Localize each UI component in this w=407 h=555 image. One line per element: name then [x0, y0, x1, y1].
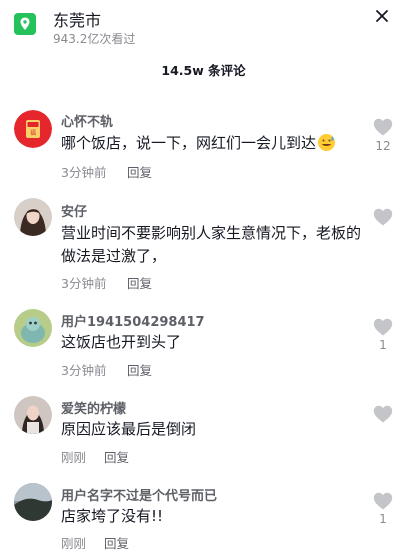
- avatar[interactable]: [14, 198, 52, 236]
- comment-text: 哪个饭店，说一下，网红们一会儿到达: [61, 132, 361, 159]
- like-count: 1: [379, 338, 387, 352]
- comment-item: 福 心怀不轨 哪个饭店，说一下，网红们一会儿到达 3分钟前 回复 12: [0, 110, 407, 190]
- comment-time: 3分钟前: [61, 165, 107, 180]
- comment-username[interactable]: 心怀不轨: [61, 111, 113, 130]
- location-header: 东莞市 943.2亿次看过: [0, 0, 407, 52]
- avatar[interactable]: [14, 396, 52, 434]
- comments-count-title: 14.5w 条评论: [161, 63, 246, 78]
- comment-item: 安仔 营业时间不要影响别人家生意情况下，老板的做法是过激了， 3分钟前 回复: [0, 198, 407, 292]
- comment-time: 刚刚: [61, 450, 87, 465]
- reply-button[interactable]: 回复: [127, 360, 152, 379]
- comment-text: 店家垮了没有!!: [61, 507, 164, 525]
- like-count: 12: [375, 139, 391, 153]
- like-heart-icon[interactable]: [373, 118, 393, 136]
- avatar[interactable]: [14, 483, 52, 521]
- avatar[interactable]: 福: [14, 110, 52, 148]
- comment-text-content: 哪个饭店，说一下，网红们一会儿到达: [61, 134, 317, 152]
- svg-text:福: 福: [30, 129, 36, 137]
- comment-item: 爱笑的柠檬 原因应该最后是倒闭 刚刚 回复: [0, 396, 407, 466]
- like-heart-icon[interactable]: [373, 318, 393, 336]
- comment-username[interactable]: 安仔: [61, 201, 87, 220]
- like-heart-icon[interactable]: [373, 405, 393, 423]
- comment-text: 这饭店也开到头了: [61, 333, 182, 351]
- comment-item: 用户名字不过是个代号而已 店家垮了没有!! 刚刚 回复 1: [0, 483, 407, 553]
- like-heart-icon[interactable]: [373, 208, 393, 226]
- avatar[interactable]: [14, 309, 52, 347]
- views-count: 943.2亿次看过: [53, 32, 136, 46]
- like-count: 1: [379, 512, 387, 526]
- close-icon[interactable]: [375, 8, 389, 22]
- comment-text: 营业时间不要影响别人家生意情况下，老板的做法是过激了，: [61, 224, 362, 265]
- comment-item: 用户1941504298417 这饭店也开到头了 3分钟前 回复 1: [0, 309, 407, 379]
- reply-button[interactable]: 回复: [104, 447, 129, 466]
- location-title[interactable]: 东莞市: [53, 7, 101, 31]
- comment-time: 刚刚: [61, 536, 87, 551]
- grinning-sweat-emoji-icon: [317, 133, 336, 159]
- reply-button[interactable]: 回复: [127, 273, 152, 292]
- comment-text: 原因应该最后是倒闭: [61, 420, 197, 438]
- reply-button[interactable]: 回复: [104, 533, 129, 552]
- comment-time: 3分钟前: [61, 363, 107, 378]
- location-pin-icon: [14, 13, 36, 35]
- comment-username[interactable]: 用户名字不过是个代号而已: [61, 485, 217, 504]
- comment-username[interactable]: 爱笑的柠檬: [61, 398, 126, 417]
- comment-username[interactable]: 用户1941504298417: [61, 311, 205, 330]
- comment-time: 3分钟前: [61, 276, 107, 291]
- reply-button[interactable]: 回复: [127, 162, 152, 181]
- like-heart-icon[interactable]: [373, 492, 393, 510]
